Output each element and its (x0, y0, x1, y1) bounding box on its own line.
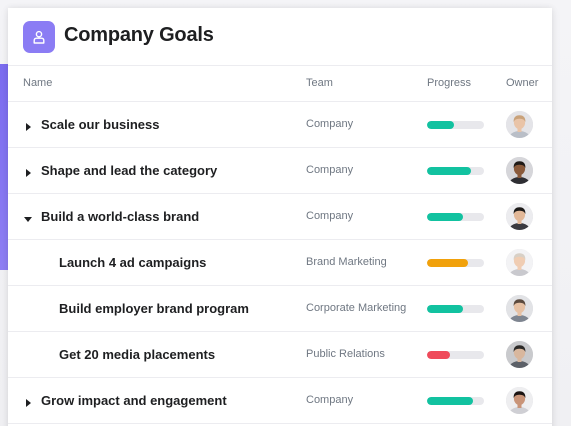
goal-name[interactable]: Build employer brand program (59, 301, 249, 316)
goal-row[interactable]: Get 20 media placements Public Relations (8, 332, 552, 378)
owner-avatar[interactable] (506, 249, 533, 276)
progress-bar (427, 121, 484, 129)
goals-list: Scale our business Company Shape and lead … (8, 102, 552, 424)
card-header: Company Goals (8, 8, 552, 66)
app-canvas: Company Goals Name Team Progress Owner S… (0, 0, 571, 426)
column-header-name[interactable]: Name (23, 77, 52, 89)
column-header-team[interactable]: Team (306, 77, 333, 89)
column-headers: Name Team Progress Owner (8, 65, 552, 102)
owner-avatar[interactable] (506, 387, 533, 414)
progress-bar (427, 305, 484, 313)
goal-row[interactable]: Build employer brand program Corporate Ma… (8, 286, 552, 332)
owner-avatar[interactable] (506, 203, 533, 230)
progress-fill (427, 259, 469, 267)
goal-team: Company (306, 394, 354, 406)
goal-name[interactable]: Grow impact and engagement (41, 393, 227, 408)
column-header-owner[interactable]: Owner (506, 77, 538, 89)
caret-right-icon[interactable] (23, 165, 33, 177)
goal-team: Brand Marketing (306, 256, 387, 268)
caret-right-icon[interactable] (23, 119, 33, 131)
progress-fill (427, 397, 473, 405)
goal-team: Company (306, 118, 354, 130)
goal-name[interactable]: Get 20 media placements (59, 347, 215, 362)
caret-down-icon[interactable] (23, 211, 33, 222)
caret-right-icon[interactable] (23, 395, 33, 407)
owner-avatar[interactable] (506, 157, 533, 184)
person-glyph (33, 30, 45, 44)
column-header-progress[interactable]: Progress (427, 77, 471, 89)
goal-row[interactable]: Shape and lead the category Company (8, 148, 552, 194)
goal-name[interactable]: Launch 4 ad campaigns (59, 255, 206, 270)
goal-name[interactable]: Build a world-class brand (41, 209, 199, 224)
goal-row[interactable]: Build a world-class brand Company (8, 194, 552, 240)
goals-card: Company Goals Name Team Progress Owner S… (8, 8, 552, 426)
progress-bar (427, 259, 484, 267)
goal-team: Corporate Marketing (306, 302, 407, 314)
goal-row[interactable]: Launch 4 ad campaigns Brand Marketing (8, 240, 552, 286)
goal-name[interactable]: Shape and lead the category (41, 163, 217, 178)
progress-fill (427, 167, 471, 175)
goal-name[interactable]: Scale our business (41, 117, 160, 132)
goal-row[interactable]: Grow impact and engagement Company (8, 378, 552, 424)
progress-fill (427, 121, 455, 129)
progress-bar (427, 167, 484, 175)
accent-strip (0, 64, 8, 270)
progress-fill (427, 213, 464, 221)
owner-avatar[interactable] (506, 295, 533, 322)
progress-fill (427, 305, 464, 313)
progress-bar (427, 351, 484, 359)
progress-bar (427, 213, 484, 221)
goal-team: Company (306, 210, 354, 222)
progress-bar (427, 397, 484, 405)
person-icon[interactable] (23, 21, 55, 53)
owner-avatar[interactable] (506, 341, 533, 368)
goal-team: Public Relations (306, 348, 385, 360)
progress-fill (427, 351, 450, 359)
goal-team: Company (306, 164, 354, 176)
page-title: Company Goals (64, 24, 214, 46)
goal-row[interactable]: Scale our business Company (8, 102, 552, 148)
owner-avatar[interactable] (506, 111, 533, 138)
